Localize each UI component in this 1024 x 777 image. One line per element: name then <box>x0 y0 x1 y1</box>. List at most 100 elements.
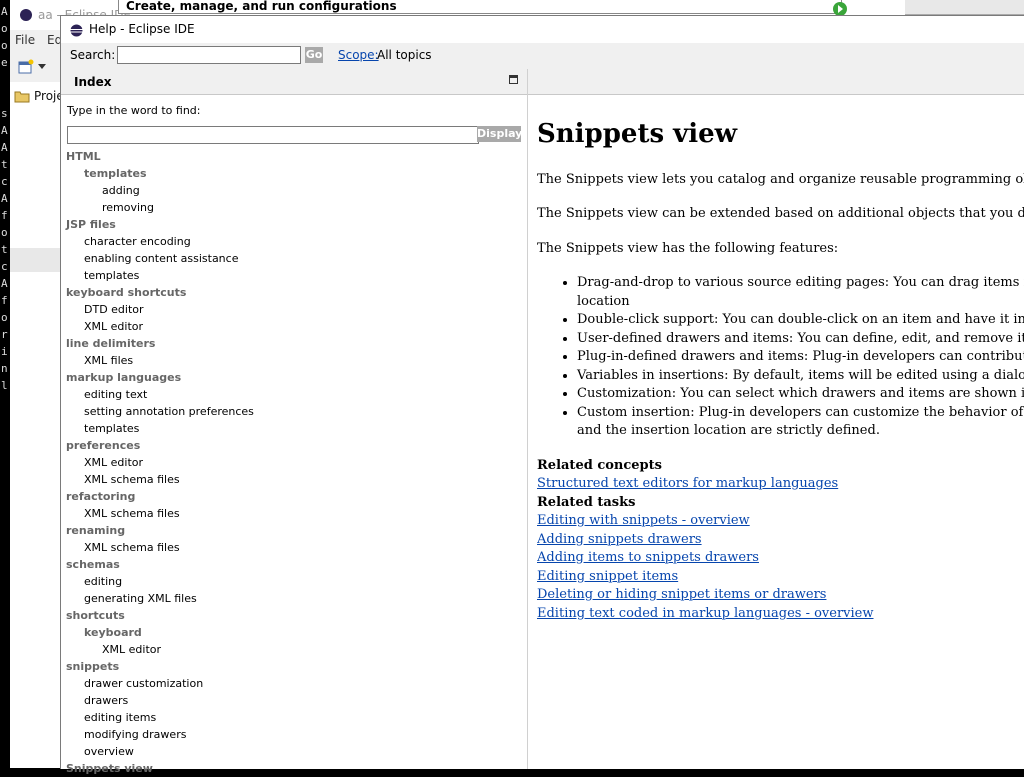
terminal-char: c <box>1 260 8 273</box>
scope-link[interactable]: Scope: <box>338 48 379 62</box>
terminal-char: o <box>1 39 8 52</box>
index-list: HTML templates adding removing JSP files char… <box>61 148 527 777</box>
project-explorer-icon <box>14 91 30 103</box>
related-concept-link[interactable]: Structured text editors for markup langu… <box>537 475 1024 494</box>
index-entry[interactable]: XML editor <box>61 454 527 471</box>
feature-item: Double-click support: You can double-cli… <box>577 311 1024 330</box>
search-label: Search: <box>70 48 116 62</box>
index-entry[interactable]: templates <box>61 267 527 284</box>
feature-text: Drag-and-drop to various source editing … <box>577 275 1024 290</box>
terminal-char: t <box>1 158 8 171</box>
index-entry[interactable]: snippets <box>61 658 527 675</box>
paragraph-features: The Snippets view has the following feat… <box>537 241 839 256</box>
index-entry[interactable]: schemas <box>61 556 527 573</box>
find-label: Type in the word to find: <box>67 104 201 117</box>
terminal-char: o <box>1 22 8 35</box>
index-entry[interactable]: character encoding <box>61 233 527 250</box>
index-entry[interactable]: XML editor <box>61 318 527 335</box>
index-entry[interactable]: preferences <box>61 437 527 454</box>
related-tasks: Editing with snippets - overview Adding s… <box>537 512 1024 623</box>
index-entry[interactable]: drawers <box>61 692 527 709</box>
index-entry[interactable]: markup languages <box>61 369 527 386</box>
project-explorer-panel: Proje <box>10 82 64 768</box>
index-find-input[interactable] <box>67 126 479 144</box>
index-entry[interactable]: overview <box>61 743 527 760</box>
terminal-char: e <box>1 56 8 69</box>
index-entry[interactable]: templates <box>61 420 527 437</box>
index-entry[interactable]: XML files <box>61 352 527 369</box>
index-entry[interactable]: renaming <box>61 522 527 539</box>
terminal-char: f <box>1 209 8 222</box>
help-window-title: Help - Eclipse IDE <box>89 22 195 36</box>
feature-text: Customization: You can select which draw… <box>577 386 1024 401</box>
feature-item: Variables in insertions: By default, ite… <box>577 367 1024 386</box>
related-concepts: Structured text editors for markup langu… <box>537 475 1024 494</box>
page-title: Snippets view <box>537 119 738 149</box>
index-entry[interactable]: editing text <box>61 386 527 403</box>
index-entry[interactable]: editing <box>61 573 527 590</box>
index-entry[interactable]: line delimiters <box>61 335 527 352</box>
index-entry[interactable]: setting annotation preferences <box>61 403 527 420</box>
search-input[interactable] <box>117 46 301 64</box>
index-entry[interactable]: keyboard <box>61 624 527 641</box>
terminal-char: A <box>1 277 8 290</box>
index-entry[interactable]: XML schema files <box>61 505 527 522</box>
help-titlebar: Help - Eclipse IDE <box>61 16 1024 43</box>
index-entry[interactable]: shortcuts <box>61 607 527 624</box>
feature-item: Custom insertion: Plug-in developers can… <box>577 404 1024 441</box>
related-task-link[interactable]: Editing with snippets - overview <box>537 512 1024 531</box>
index-title: Index <box>74 75 112 89</box>
terminal-char: o <box>1 226 8 239</box>
index-entry[interactable]: XML editor <box>61 641 527 658</box>
help-content: Snippets view The Snippets view lets you… <box>537 94 1024 769</box>
feature-text: Plug-in-defined drawers and items: Plug-… <box>577 349 1024 364</box>
index-entry[interactable]: enabling content assistance <box>61 250 527 267</box>
menu-file[interactable]: File <box>15 33 35 47</box>
index-entry[interactable]: drawer customization <box>61 675 527 692</box>
new-icon[interactable] <box>18 59 34 75</box>
index-entry[interactable]: XML schema files <box>61 539 527 556</box>
terminal-char: i <box>1 345 8 358</box>
index-entry[interactable]: XML schema files <box>61 471 527 488</box>
terminal-char: s <box>1 107 8 120</box>
feature-item: Plug-in-defined drawers and items: Plug-… <box>577 348 1024 367</box>
feature-text: location <box>577 293 630 309</box>
related-task-link[interactable]: Adding snippets drawers <box>537 531 1024 550</box>
related-task-link[interactable]: Editing snippet items <box>537 568 1024 587</box>
index-entry[interactable]: editing items <box>61 709 527 726</box>
index-header: Index <box>61 69 527 95</box>
index-entry[interactable]: templates <box>61 165 527 182</box>
chevron-down-icon[interactable] <box>38 64 46 70</box>
feature-text: and the insertion location are strictly … <box>577 423 880 438</box>
index-pane: Index Type in the word to find: Display … <box>61 69 528 775</box>
feature-text: Variables in insertions: By default, ite… <box>577 367 1024 383</box>
index-entry[interactable]: removing <box>61 199 527 216</box>
index-entry[interactable]: refactoring <box>61 488 527 505</box>
index-entry[interactable]: generating XML files <box>61 590 527 607</box>
index-entry[interactable]: adding <box>61 182 527 199</box>
index-entry[interactable]: keyboard shortcuts <box>61 284 527 301</box>
maximize-icon[interactable] <box>509 75 518 84</box>
index-entry[interactable]: Snippets view <box>61 760 527 777</box>
index-entry[interactable]: modifying drawers <box>61 726 527 743</box>
feature-item: Customization: You can select which draw… <box>577 385 1024 404</box>
feature-text: User-defined drawers and items: You can … <box>577 330 1024 346</box>
index-entry[interactable]: DTD editor <box>61 301 527 318</box>
feature-text: Custom insertion: Plug-in developers can… <box>577 404 1024 420</box>
scope-value: All topics <box>377 48 432 62</box>
background-terminal: AooesAAtcAfotcAforinl <box>0 0 10 410</box>
related-task-link[interactable]: Adding items to snippets drawers <box>537 549 1024 568</box>
related-task-link[interactable]: Deleting or hiding snippet items or draw… <box>537 586 1024 605</box>
paragraph-extend: The Snippets view can be extended based … <box>537 206 1024 221</box>
related-concepts-heading: Related concepts <box>537 457 662 473</box>
index-entry[interactable]: HTML <box>61 148 527 165</box>
run-icon[interactable] <box>831 1 849 15</box>
terminal-char: A <box>1 124 8 137</box>
background-toolbar-right <box>905 0 1024 15</box>
display-button[interactable]: Display <box>477 126 522 142</box>
terminal-char: c <box>1 175 8 188</box>
terminal-char: f <box>1 294 8 307</box>
related-task-link[interactable]: Editing text coded in markup languages -… <box>537 605 1024 624</box>
index-entry[interactable]: JSP files <box>61 216 527 233</box>
go-button[interactable]: Go <box>305 47 323 63</box>
